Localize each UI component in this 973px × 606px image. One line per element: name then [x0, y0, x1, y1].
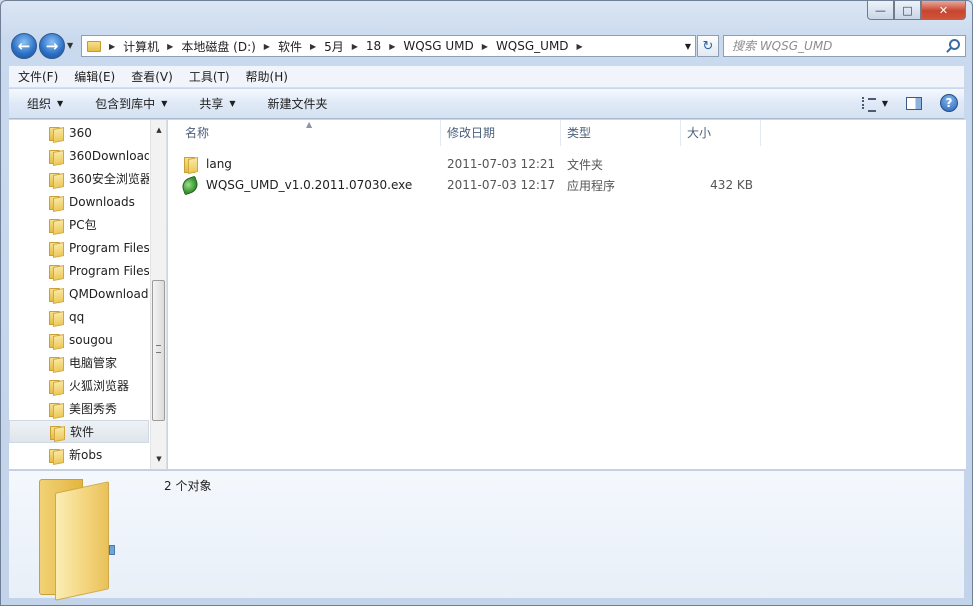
navigation-scrollbar[interactable]: ▲ ▼ [150, 120, 166, 469]
folder-icon [49, 126, 63, 141]
organize-button[interactable]: 组织 ▼ [9, 95, 77, 112]
search-icon[interactable] [949, 39, 960, 50]
navigation-bar: ← → ▼ ▶ 计算机 ▶ 本地磁盘 (D:) ▶ 软件 ▶ 5月 ▶ 18 ▶ WQSG… [9, 33, 966, 59]
menu-view[interactable]: 查看(V) [122, 68, 180, 85]
tree-item[interactable]: 360Download [9, 144, 149, 167]
close-button[interactable]: ✕ [921, 1, 966, 20]
breadcrumb-separator-icon[interactable]: ▶ [264, 42, 270, 51]
preview-pane-icon[interactable] [906, 96, 922, 110]
folder-icon [49, 379, 63, 394]
chevron-down-icon: ▼ [161, 99, 168, 108]
menu-tools[interactable]: 工具(T) [180, 68, 237, 85]
breadcrumb-item[interactable]: 5月 ▶ [324, 38, 366, 55]
chevron-down-icon: ▼ [57, 99, 64, 108]
item-count: 2 个对象 [164, 479, 212, 493]
folder-icon [49, 287, 63, 302]
folder-icon [182, 157, 198, 173]
address-bar[interactable]: ▶ 计算机 ▶ 本地磁盘 (D:) ▶ 软件 ▶ 5月 ▶ 18 ▶ WQSG UMD ▶ … [81, 35, 696, 57]
new-folder-button[interactable]: 新建文件夹 [250, 95, 342, 112]
folder-icon [49, 333, 63, 348]
tree-item[interactable]: 360 [9, 121, 149, 144]
breadcrumb-separator-icon[interactable]: ▶ [109, 42, 115, 51]
minimize-button[interactable]: — [867, 1, 894, 20]
breadcrumb-separator-icon[interactable]: ▶ [352, 42, 358, 51]
command-bar: 组织 ▼ 包含到库中 ▼ 共享 ▼ 新建文件夹 ▼ ? [9, 89, 964, 119]
address-dropdown-chevron-icon[interactable]: ▼ [685, 42, 691, 51]
tree-item[interactable]: sougou [9, 328, 149, 351]
folder-icon [49, 241, 63, 256]
folder-icon [49, 448, 63, 463]
breadcrumb-separator-icon[interactable]: ▶ [577, 42, 583, 51]
explorer-window: — □ ✕ ← → ▼ ▶ 计算机 ▶ 本地磁盘 (D:) ▶ 软件 ▶ 5月 ▶ 18… [0, 0, 973, 606]
folder-icon [49, 310, 63, 325]
folder-icon [87, 40, 101, 52]
breadcrumb-item[interactable]: 计算机 ▶ [123, 38, 181, 55]
scroll-down-icon[interactable]: ▼ [151, 451, 166, 467]
details-pane: 2 个对象 [9, 470, 964, 601]
column-date[interactable]: 修改日期 [441, 120, 561, 146]
maximize-button[interactable]: □ [894, 1, 921, 20]
list-item[interactable]: WQSG_UMD_v1.0.2011.07030.exe 2011-07-03 … [179, 175, 753, 195]
forward-button[interactable]: → [39, 33, 65, 59]
folder-icon [49, 264, 63, 279]
tree-item[interactable]: Downloads [9, 190, 149, 213]
breadcrumb-separator-icon[interactable]: ▶ [482, 42, 488, 51]
caption-buttons: — □ ✕ [867, 1, 966, 20]
tree-item[interactable]: 软件 [9, 420, 149, 443]
breadcrumb-item[interactable]: WQSG UMD ▶ [403, 39, 496, 53]
folder-icon [49, 218, 63, 233]
tree-item[interactable]: 新obs [9, 443, 149, 466]
app-icon [179, 175, 201, 195]
tree-item[interactable]: qq [9, 305, 149, 328]
view-options-icon[interactable] [861, 97, 876, 112]
tree-item[interactable]: QMDownload [9, 282, 149, 305]
breadcrumb-item[interactable]: 软件 ▶ [278, 38, 324, 55]
menu-help[interactable]: 帮助(H) [237, 68, 295, 85]
refresh-button[interactable]: ↻ [697, 35, 719, 57]
column-type[interactable]: 类型 [561, 120, 681, 146]
tree-item[interactable]: 电脑管家 [9, 351, 149, 374]
help-icon[interactable]: ? [940, 94, 958, 112]
menu-file[interactable]: 文件(F) [9, 68, 65, 85]
folder-icon [49, 195, 63, 210]
back-button[interactable]: ← [11, 33, 37, 59]
view-chevron-down-icon[interactable]: ▼ [882, 99, 888, 108]
list-item[interactable]: lang 2011-07-03 12:21 文件夹 [182, 154, 753, 174]
recent-pages-chevron-icon[interactable]: ▼ [67, 41, 73, 50]
file-list: 名称 修改日期 类型 大小 ▲ lang 2011-07-03 12:21 文件… [168, 120, 966, 469]
tree-item[interactable]: Program Files [9, 236, 149, 259]
sort-ascending-icon: ▲ [306, 120, 313, 129]
folder-icon [50, 425, 64, 440]
navigation-pane: 360 360Download 360安全浏览器 Downloads PC包 Progra… [9, 120, 167, 469]
column-headers: 名称 修改日期 类型 大小 [168, 120, 761, 146]
folder-icon [49, 149, 63, 164]
share-button[interactable]: 共享 ▼ [181, 95, 249, 112]
breadcrumb-separator-icon[interactable]: ▶ [389, 42, 395, 51]
chevron-down-icon: ▼ [229, 99, 236, 108]
search-input[interactable]: 搜索 WQSG_UMD [723, 35, 966, 57]
tree-item[interactable]: 360安全浏览器 [9, 167, 149, 190]
breadcrumb-separator-icon[interactable]: ▶ [310, 42, 316, 51]
breadcrumb-item[interactable]: WQSG_UMD ▶ [496, 39, 591, 53]
tree-item[interactable]: Program Files [9, 259, 149, 282]
column-name[interactable]: 名称 [168, 120, 441, 146]
include-in-library-button[interactable]: 包含到库中 ▼ [77, 95, 181, 112]
scrollbar-thumb[interactable] [152, 280, 165, 421]
large-folder-icon [37, 475, 147, 601]
folder-icon [49, 172, 63, 187]
menu-edit[interactable]: 编辑(E) [65, 68, 122, 85]
scroll-up-icon[interactable]: ▲ [151, 122, 166, 138]
breadcrumb-separator-icon[interactable]: ▶ [167, 42, 173, 51]
breadcrumb-item[interactable]: 18 ▶ [366, 39, 403, 53]
breadcrumb-item[interactable]: 本地磁盘 (D:) ▶ [181, 38, 278, 55]
tree-item[interactable]: PC包 [9, 213, 149, 236]
tree-item[interactable]: 美图秀秀 [9, 397, 149, 420]
column-size[interactable]: 大小 [681, 120, 761, 146]
folder-icon [49, 356, 63, 371]
menu-bar: 文件(F) 编辑(E) 查看(V) 工具(T) 帮助(H) [9, 66, 964, 88]
folder-icon [49, 402, 63, 417]
tree-item[interactable]: 火狐浏览器 [9, 374, 149, 397]
